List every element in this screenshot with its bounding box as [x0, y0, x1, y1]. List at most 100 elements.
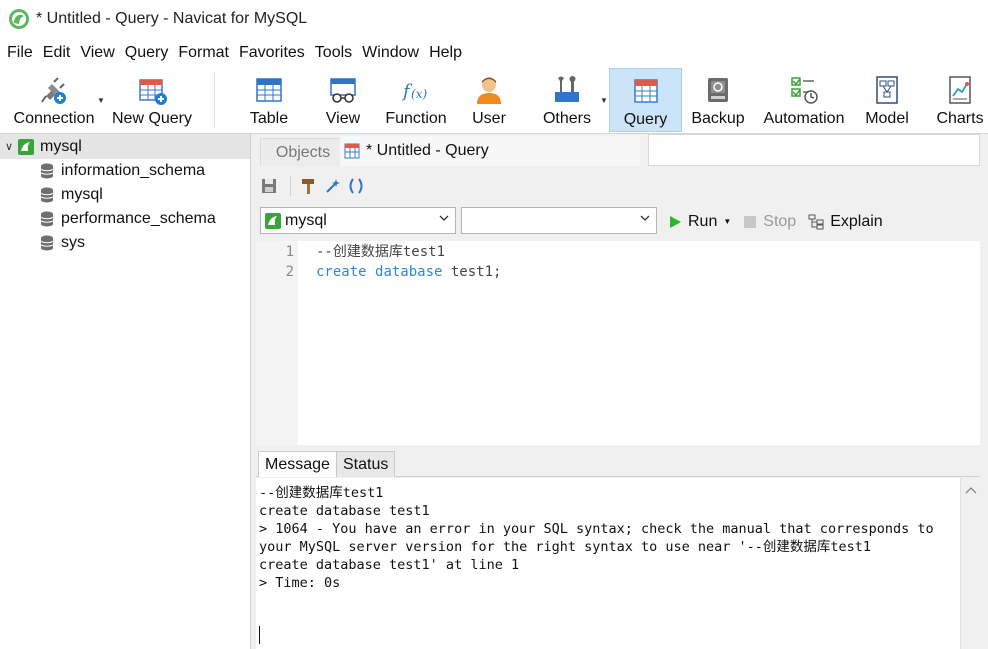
user-button[interactable]: User — [460, 68, 518, 132]
navigation-pane: ∨ mysql information_schema mysql perform… — [0, 134, 251, 649]
chevron-down-icon[interactable]: ∨ — [0, 140, 18, 153]
save-icon[interactable] — [260, 177, 278, 195]
others-label: Others — [542, 110, 591, 127]
charts-button[interactable]: Charts — [932, 68, 988, 132]
table-button[interactable]: Table — [238, 68, 300, 132]
document-tabs: Objects * Untitled - Query — [252, 134, 988, 166]
menu-tools[interactable]: Tools — [310, 38, 357, 68]
database-name: performance_schema — [61, 210, 216, 227]
code-snippet-parentheses-icon[interactable] — [347, 177, 365, 195]
model-icon — [876, 76, 898, 104]
menu-view[interactable]: View — [75, 38, 119, 68]
new-query-button[interactable]: New Query — [108, 68, 196, 132]
backup-icon — [708, 78, 728, 102]
message-line: --创建数据库test1 — [259, 485, 384, 501]
database-name: information_schema — [61, 162, 206, 179]
code-area[interactable]: --创建数据库test1 create database test1; — [316, 242, 501, 282]
table-icon — [256, 78, 282, 102]
query-icon — [344, 143, 360, 159]
database-select[interactable] — [461, 207, 657, 234]
run-controls: Run ▼ Stop Explain — [668, 208, 895, 235]
title-bar: * Untitled - Query - Navicat for MySQL — [0, 0, 988, 38]
query-options-bar: mysql Run ▼ Stop Explain — [252, 204, 988, 238]
explain-button[interactable]: Explain — [808, 213, 883, 231]
database-icon — [40, 163, 54, 179]
menu-bar: File Edit View Query Format Favorites To… — [0, 38, 988, 68]
line-number-gutter: 1 2 — [256, 241, 298, 445]
menu-file[interactable]: File — [2, 38, 38, 68]
menu-edit[interactable]: Edit — [38, 38, 76, 68]
play-icon — [670, 215, 681, 228]
database-icon — [40, 235, 54, 251]
tab-query-label: * Untitled - Query — [366, 142, 489, 159]
line-number: 1 — [285, 244, 294, 260]
editor-right-edge — [980, 236, 988, 649]
main-toolbar: Connection ▼ New Query Table View f (x) … — [0, 68, 988, 134]
mysql-connection-icon — [18, 138, 34, 155]
tab-objects[interactable]: Objects — [260, 138, 346, 166]
message-panel[interactable]: --创建数据库test1 create database test1 > 1064 … — [256, 478, 960, 649]
query-button[interactable]: Query — [609, 68, 682, 132]
connection-dropdown-icon[interactable]: ▼ — [97, 96, 105, 105]
keyword-database: database — [375, 264, 443, 280]
connection-button[interactable]: Connection — [8, 68, 100, 132]
query-builder-hammer-icon[interactable] — [299, 177, 317, 195]
plug-icon — [41, 77, 66, 104]
beautify-wand-icon[interactable] — [323, 177, 341, 195]
database-name: mysql — [61, 186, 103, 203]
message-line: > 1064 - You have an error in your SQL s… — [259, 521, 934, 537]
view-icon — [330, 78, 356, 103]
chevron-down-icon — [640, 215, 650, 221]
stop-label: Stop — [763, 212, 797, 230]
keyword-create: create — [316, 264, 367, 280]
run-dropdown-icon[interactable]: ▼ — [723, 217, 731, 226]
message-line: > Time: 0s — [259, 575, 341, 591]
table-label: Table — [249, 110, 289, 127]
menu-format[interactable]: Format — [173, 38, 234, 68]
model-button[interactable]: Model — [858, 68, 916, 132]
tree-db-item[interactable]: mysql — [0, 183, 250, 207]
menu-favorites[interactable]: Favorites — [234, 38, 310, 68]
function-button[interactable]: f (x) Function — [380, 68, 452, 132]
automation-label: Automation — [763, 110, 845, 127]
tree-connection-mysql[interactable]: ∨ mysql — [0, 134, 250, 159]
tree-db-item[interactable]: information_schema — [0, 159, 250, 183]
charts-icon — [949, 76, 971, 104]
window-title: * Untitled - Query - Navicat for MySQL — [36, 10, 308, 27]
query-icon — [633, 79, 658, 103]
stop-icon — [744, 215, 757, 228]
chevron-down-icon — [439, 215, 449, 221]
connection-select-value: mysql — [285, 211, 327, 229]
menu-window[interactable]: Window — [357, 38, 424, 68]
backup-button[interactable]: Backup — [688, 68, 748, 132]
code-line-comment: --创建数据库test1 — [316, 244, 446, 260]
database-icon — [40, 211, 54, 227]
others-dropdown-icon[interactable]: ▼ — [600, 96, 608, 105]
connection-name: mysql — [40, 137, 82, 155]
tree-db-item[interactable]: sys — [0, 231, 250, 255]
tree-db-item[interactable]: performance_schema — [0, 207, 250, 231]
new-query-label: New Query — [111, 110, 193, 127]
code-identifier: test1; — [442, 264, 502, 280]
others-button[interactable]: Others — [536, 68, 598, 132]
result-tabs: Message Status — [256, 449, 980, 477]
message-line: your MySQL server version for the right … — [259, 539, 872, 555]
view-button[interactable]: View — [312, 68, 374, 132]
scroll-up-arrow-icon[interactable] — [965, 486, 977, 494]
model-label: Model — [865, 110, 909, 127]
message-scrollbar[interactable] — [960, 478, 980, 649]
function-label: Function — [385, 110, 447, 127]
automation-button[interactable]: Automation — [756, 68, 852, 132]
run-button[interactable]: Run ▼ — [668, 213, 731, 231]
sql-editor[interactable]: 1 2 --创建数据库test1 create database test1; — [256, 241, 980, 445]
toolbar-separator — [214, 72, 215, 128]
tab-message[interactable]: Message — [258, 451, 337, 477]
menu-query[interactable]: Query — [120, 38, 174, 68]
tab-untitled-query[interactable]: * Untitled - Query — [340, 136, 640, 166]
stop-button[interactable]: Stop — [743, 213, 796, 231]
message-line: create database test1 — [259, 503, 430, 519]
user-label: User — [472, 110, 506, 127]
tab-status[interactable]: Status — [336, 451, 396, 477]
menu-help[interactable]: Help — [424, 38, 467, 68]
connection-select[interactable]: mysql — [260, 207, 456, 234]
